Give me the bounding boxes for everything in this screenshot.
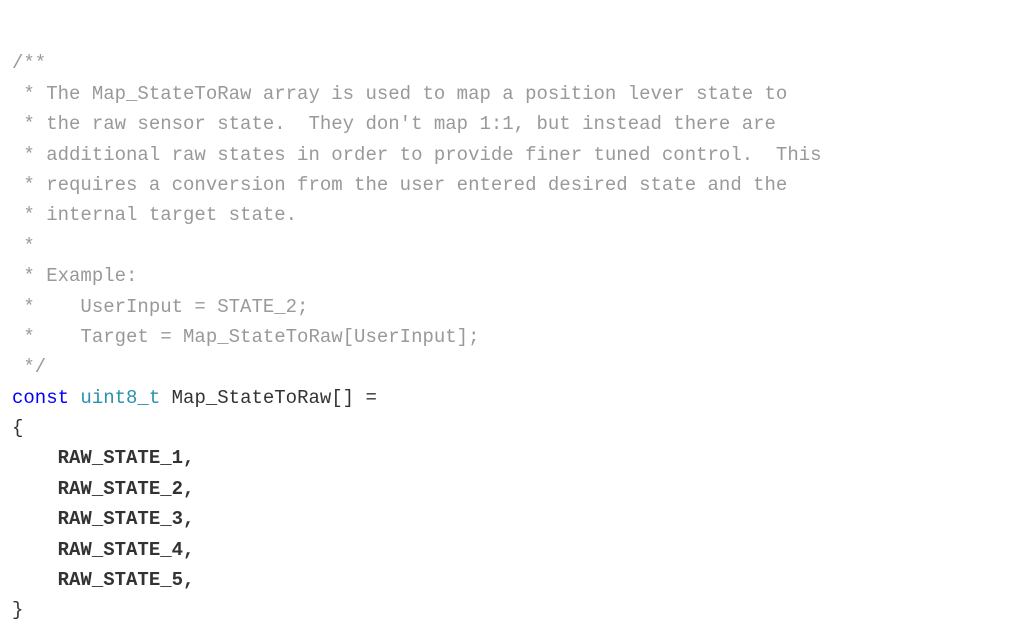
- array-item: RAW_STATE_2,: [12, 478, 194, 500]
- comment-ex-line: * UserInput = STATE_2;: [12, 296, 308, 318]
- array-item: RAW_STATE_3,: [12, 508, 194, 530]
- comment-example: * Example:: [12, 265, 137, 287]
- code-block: /** * The Map_StateToRaw array is used t…: [12, 18, 1012, 626]
- comment-ex-line: * Target = Map_StateToRaw[UserInput];: [12, 326, 479, 348]
- array-declaration: Map_StateToRaw[] =: [172, 387, 377, 409]
- comment-blank: *: [12, 235, 35, 257]
- array-item: RAW_STATE_4,: [12, 539, 194, 561]
- comment-line: * additional raw states in order to prov…: [12, 144, 822, 166]
- keyword-const: const: [12, 387, 69, 409]
- type-uint8: uint8_t: [80, 387, 160, 409]
- comment-open: /**: [12, 52, 46, 74]
- comment-line: * The Map_StateToRaw array is used to ma…: [12, 83, 787, 105]
- brace-close: }: [12, 599, 23, 621]
- comment-line: * requires a conversion from the user en…: [12, 174, 787, 196]
- comment-close: */: [12, 356, 46, 378]
- comment-line: * the raw sensor state. They don't map 1…: [12, 113, 776, 135]
- brace-open: {: [12, 417, 23, 439]
- array-item: RAW_STATE_5,: [12, 569, 194, 591]
- array-item: RAW_STATE_1,: [12, 447, 194, 469]
- comment-line: * internal target state.: [12, 204, 297, 226]
- declaration-line: const uint8_t Map_StateToRaw[] =: [12, 387, 377, 409]
